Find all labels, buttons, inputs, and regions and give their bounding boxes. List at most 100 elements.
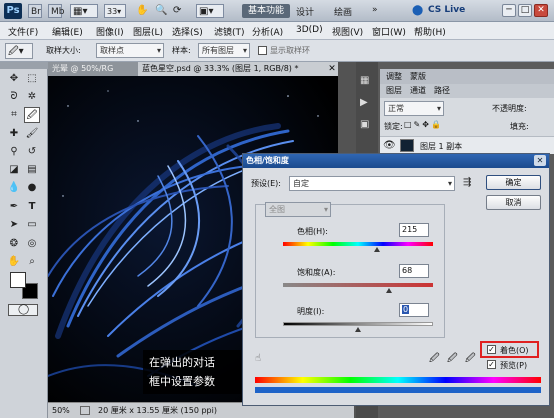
output-color-bar [255, 387, 541, 393]
menu-file[interactable]: 文件(F) [8, 25, 38, 38]
menu-view[interactable]: 视图(V) [332, 25, 363, 38]
bridge-icon[interactable]: Br [28, 4, 42, 18]
sample-select[interactable]: 所有图层 ▾ [198, 43, 250, 58]
menu-window[interactable]: 窗口(W) [372, 25, 406, 38]
foreground-color-swatch[interactable] [10, 272, 26, 288]
lasso-tool-icon[interactable]: ᘐ [6, 89, 22, 105]
quick-select-tool-icon[interactable]: ✲ [24, 89, 40, 105]
menu-select[interactable]: 选择(S) [172, 25, 203, 38]
document-tab-starry-sky[interactable]: 蓝色星空.psd @ 33.3% (图层 1, RGB/8) * [138, 62, 326, 76]
menu-bar: 文件(F) 编辑(E) 图像(I) 图层(L) 选择(S) 滤镜(T) 分析(A… [0, 22, 554, 40]
zoom-level[interactable]: 50% [52, 403, 70, 418]
tab-adjustments[interactable]: 调整 [386, 71, 402, 82]
rotate-view-icon[interactable]: ⟳ [172, 4, 186, 18]
lightness-input[interactable]: 0 [399, 303, 429, 317]
swatches-panel-icon[interactable]: ▣ [360, 118, 369, 132]
eyedropper-icon[interactable]: 🖉 [429, 352, 440, 366]
eraser-tool-icon[interactable]: ◪ [6, 162, 22, 178]
hue-input[interactable]: 215 [399, 223, 429, 237]
menu-edit[interactable]: 编辑(E) [52, 25, 83, 38]
eyedropper-tool-icon[interactable]: 🖉 [24, 107, 40, 123]
show-sampling-ring-checkbox[interactable] [258, 46, 267, 55]
gradient-tool-icon[interactable]: ▤ [24, 162, 40, 178]
menu-filter[interactable]: 滤镜(T) [214, 25, 245, 38]
hue-slider-track[interactable] [283, 242, 433, 246]
hand-tool-icon[interactable]: ✋ [134, 4, 148, 18]
tab-layers[interactable]: 图层 [386, 85, 402, 96]
crop-tool-icon[interactable]: ⌗ [6, 107, 22, 123]
window-maximize-button[interactable]: □ [518, 4, 532, 17]
subtract-from-sample-eyedropper-icon[interactable]: 🖉 [465, 352, 476, 366]
shape-tool-icon[interactable]: ▭ [24, 217, 40, 233]
window-minimize-button[interactable]: ─ [502, 4, 516, 17]
saturation-input[interactable]: 68 [399, 264, 429, 278]
document-tab-glow[interactable]: 光晕 @ 50%/RG [48, 62, 138, 76]
adjustments-panel-tabs: 调整 蒙版 [380, 69, 554, 84]
sample-value: 所有图层 [202, 46, 234, 55]
lightness-slider-thumb[interactable] [355, 327, 361, 332]
menu-image[interactable]: 图像(I) [96, 25, 124, 38]
clone-stamp-tool-icon[interactable]: ⚲ [6, 144, 22, 160]
dialog-close-button[interactable]: ✕ [534, 155, 546, 166]
tab-paths[interactable]: 路径 [434, 85, 450, 96]
menu-3d[interactable]: 3D(D) [296, 25, 323, 35]
saturation-slider-thumb[interactable] [386, 288, 392, 293]
hue-slider-thumb[interactable] [374, 247, 380, 252]
tab-close-icon[interactable]: ✕ [326, 62, 338, 76]
saturation-slider-track[interactable] [283, 283, 433, 287]
workspace-paint-button[interactable]: 绘画 [334, 5, 352, 18]
minibridge-icon[interactable]: Mb [48, 4, 64, 18]
cs-live-button[interactable]: CS Live [428, 5, 465, 15]
workspace-more-button[interactable]: » [372, 5, 378, 15]
colorize-checkbox[interactable]: ✓ [487, 345, 496, 354]
lock-icons[interactable]: □✎✥🔒 [404, 120, 443, 129]
tool-preset-picker[interactable]: 🖉▾ [5, 43, 33, 59]
actions-panel-icon[interactable]: ▶ [360, 96, 368, 110]
lightness-slider-track[interactable] [283, 322, 433, 326]
layer-row[interactable]: 👁 图层 1 副本 [380, 136, 554, 154]
menu-help[interactable]: 帮助(H) [414, 25, 446, 38]
history-panel-icon[interactable]: ▦ [360, 74, 369, 88]
hand-tool-icon[interactable]: ✋ [6, 254, 22, 270]
dodge-tool-icon[interactable]: ● [24, 180, 40, 196]
preset-options-icon[interactable]: ⇶ [463, 176, 471, 190]
menu-analysis[interactable]: 分析(A) [252, 25, 283, 38]
type-tool-icon[interactable]: T [24, 199, 40, 215]
preset-select[interactable]: 自定 ▾ [289, 176, 455, 191]
cancel-button[interactable]: 取消 [486, 195, 541, 210]
menu-layer[interactable]: 图层(L) [133, 25, 163, 38]
path-selection-tool-icon[interactable]: ➤ [6, 217, 22, 233]
healing-brush-tool-icon[interactable]: ✚ [6, 126, 22, 142]
channel-select[interactable]: 全图 ▾ [265, 202, 331, 217]
arrange-documents-dropdown[interactable]: ▣▾ [196, 4, 224, 18]
targeted-adjustment-hand-icon[interactable]: ☝ [255, 352, 261, 366]
ok-button[interactable]: 确定 [486, 175, 541, 190]
3d-rotate-tool-icon[interactable]: ❂ [6, 236, 22, 252]
preview-checkbox[interactable]: ✓ [487, 360, 496, 369]
blend-mode-select[interactable]: 正常 ▾ [384, 101, 444, 116]
zoom-tool-icon[interactable]: 🔍 [154, 4, 168, 18]
layer-visibility-icon[interactable]: 👁 [383, 139, 396, 153]
status-info-icon[interactable] [80, 406, 90, 415]
channel-value: 全图 [269, 205, 285, 214]
workspace-essentials-button[interactable]: 基本功能 [242, 4, 290, 18]
add-to-sample-eyedropper-icon[interactable]: 🖉 [447, 352, 458, 366]
preset-label: 预设(E): [251, 179, 281, 188]
zoom-level-dropdown[interactable]: 33▾ [104, 4, 126, 18]
window-close-button[interactable]: ✕ [534, 4, 548, 17]
move-tool-icon[interactable]: ✥ [6, 71, 22, 87]
3d-orbit-tool-icon[interactable]: ◎ [24, 236, 40, 252]
sample-size-select[interactable]: 取样点 ▾ [96, 43, 164, 58]
pen-tool-icon[interactable]: ✒ [6, 199, 22, 215]
tools-panel-grip[interactable] [0, 62, 48, 69]
brush-tool-icon[interactable]: 🖌 [24, 126, 40, 142]
zoom-tool-icon[interactable]: ⌕ [24, 254, 40, 270]
marquee-tool-icon[interactable]: ⬚ [24, 71, 40, 87]
workspace-design-button[interactable]: 设计 [296, 5, 314, 18]
tab-channels[interactable]: 通道 [410, 85, 426, 96]
blur-tool-icon[interactable]: 💧 [6, 180, 22, 196]
tab-masks[interactable]: 蒙版 [410, 71, 426, 82]
quick-mask-button[interactable]: ◯ [8, 304, 38, 316]
view-extras-dropdown[interactable]: ▦▾ [70, 4, 98, 18]
history-brush-tool-icon[interactable]: ↺ [24, 144, 40, 160]
